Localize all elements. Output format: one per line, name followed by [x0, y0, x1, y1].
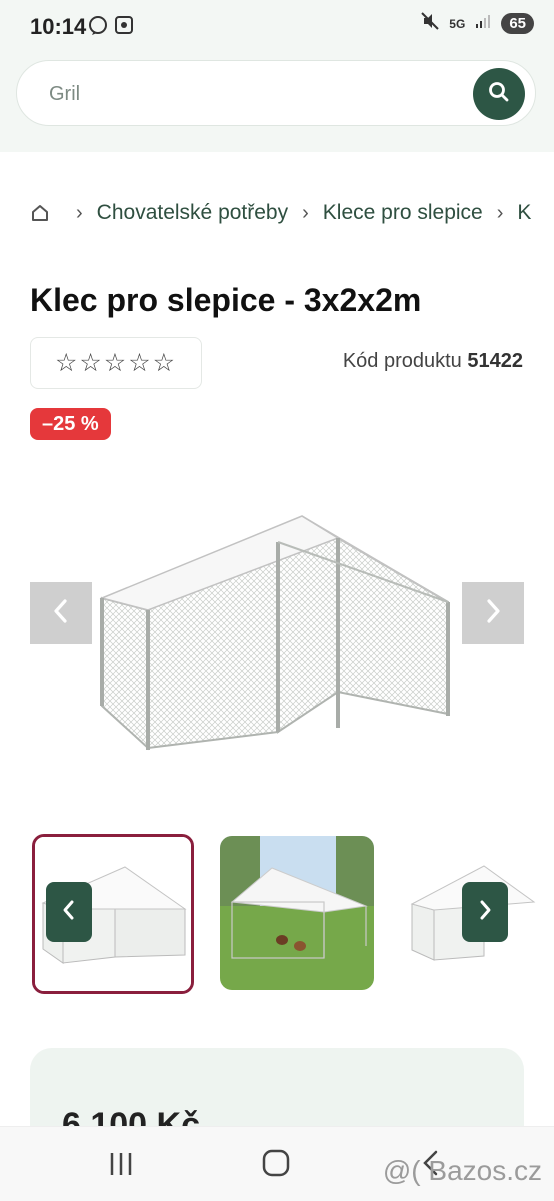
notification-icons [88, 14, 138, 41]
recent-apps-icon[interactable] [108, 1151, 134, 1182]
header: Gril [0, 56, 554, 152]
network-label: 5G [449, 16, 466, 31]
search-bar[interactable]: Gril [16, 60, 536, 126]
product-code: Kód produktu 51422 [343, 350, 523, 373]
breadcrumb-item-truncated[interactable]: K [517, 201, 531, 225]
breadcrumb-separator: › [302, 201, 309, 224]
thumbnail-prev-button[interactable] [46, 882, 92, 942]
rating-stars: ☆☆☆☆☆ [54, 349, 178, 377]
status-bar: 10:14 5G 65 [0, 0, 554, 56]
product-code-value: 51422 [467, 350, 523, 372]
chevron-right-icon [477, 899, 493, 926]
home-icon[interactable] [262, 1149, 290, 1182]
watermark: @( Bazos.cz [382, 1155, 542, 1186]
product-code-label: Kód produktu [342, 350, 462, 372]
breadcrumb-separator: › [76, 201, 83, 224]
mute-icon [421, 12, 440, 35]
discount-label: –25 % [42, 412, 99, 435]
image-next-button[interactable] [462, 582, 524, 644]
system-icons: 5G 65 [421, 12, 534, 35]
image-prev-button[interactable] [30, 582, 92, 644]
star-rating[interactable]: ☆☆☆☆☆ [30, 337, 202, 389]
chevron-left-icon [51, 598, 71, 629]
breadcrumb-separator: › [496, 201, 504, 224]
thumbnail-2[interactable] [220, 836, 374, 990]
page-title: Klec pro slepice - 3x2x2m [30, 282, 422, 318]
system-nav-bar: @( Bazos.cz [0, 1126, 554, 1201]
battery-badge: 65 [501, 13, 534, 34]
main-product-image [80, 470, 472, 770]
home-icon[interactable] [30, 203, 50, 223]
search-input[interactable]: Gril [49, 83, 80, 106]
breadcrumb-item-chovatelske-potreby[interactable]: Chovatelské potřeby [97, 201, 288, 225]
search-icon [487, 80, 511, 109]
thumbnail-next-button[interactable] [462, 882, 508, 942]
breadcrumb-item-klece-pro-slepice[interactable]: Klece pro slepice [323, 201, 483, 225]
breadcrumb: › Chovatelské potřeby › Klece pro slepic… [30, 196, 554, 230]
chevron-left-icon [61, 899, 77, 926]
discount-badge: –25 % [30, 408, 111, 440]
search-button[interactable] [473, 68, 525, 120]
signal-icon [475, 13, 491, 34]
chevron-right-icon [483, 598, 503, 629]
status-time: 10:14 [30, 14, 87, 39]
